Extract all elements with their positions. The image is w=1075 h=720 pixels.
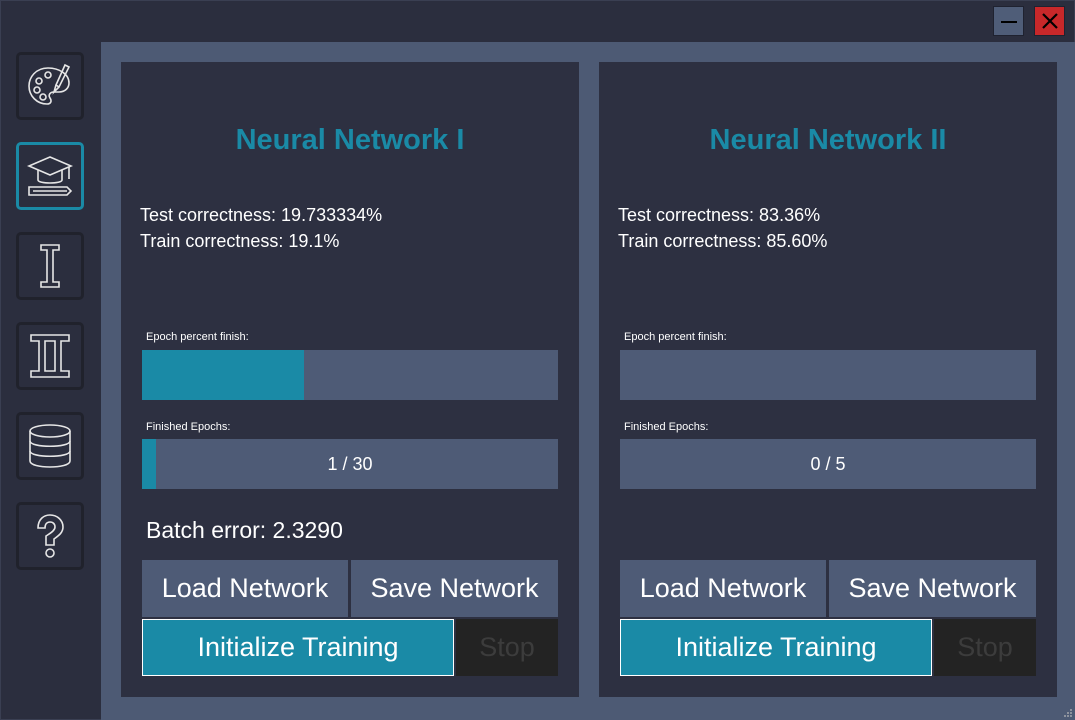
epoch-progress-bar: [620, 350, 1036, 400]
content-area: Neural Network I Test correctness: 19.73…: [101, 42, 1075, 720]
load-network-button[interactable]: Load Network: [620, 560, 826, 617]
epoch-progress-bar: [142, 350, 558, 400]
save-network-button[interactable]: Save Network: [829, 560, 1036, 617]
question-mark-icon: [37, 514, 64, 558]
sidebar-item-draw[interactable]: [16, 52, 84, 120]
finished-epochs-bar: 1 / 30: [142, 439, 558, 489]
epoch-percent-label: Epoch percent finish:: [146, 331, 249, 343]
resize-grip-icon[interactable]: [1063, 708, 1073, 718]
finished-epochs-label: Finished Epochs:: [146, 421, 231, 433]
panel-title: Neural Network I: [235, 124, 465, 156]
epoch-percent-label: Epoch percent finish:: [624, 331, 727, 343]
sidebar-item-dataset[interactable]: [16, 412, 84, 480]
sidebar-item-train[interactable]: [16, 142, 84, 210]
initialize-training-button[interactable]: Initialize Training: [620, 619, 932, 676]
stop-button[interactable]: Stop: [934, 619, 1036, 676]
minimize-button[interactable]: [993, 6, 1024, 36]
graduation-cap-icon: [26, 156, 74, 196]
roman-two-icon: [30, 334, 70, 378]
close-button[interactable]: [1034, 6, 1065, 36]
finished-epochs-text: 1 / 30: [327, 453, 373, 474]
load-network-button[interactable]: Load Network: [142, 560, 348, 617]
roman-one-icon: [40, 244, 60, 288]
finished-epochs-bar: 0 / 5: [620, 439, 1036, 489]
database-icon: [29, 424, 71, 468]
close-icon: [1041, 13, 1058, 29]
batch-error: Batch error: 2.3290: [146, 517, 343, 543]
sidebar-item-help[interactable]: [16, 502, 84, 570]
network-panel-2: Neural Network II Test correctness: 83.3…: [599, 62, 1057, 697]
panel-title: Neural Network II: [709, 124, 947, 156]
network-panel-1: Neural Network I Test correctness: 19.73…: [121, 62, 579, 697]
stop-button[interactable]: Stop: [456, 619, 558, 676]
minimize-icon: [1000, 21, 1017, 23]
train-correctness: Train correctness: 85.60%: [618, 231, 828, 251]
train-correctness: Train correctness: 19.1%: [140, 231, 340, 251]
finished-epochs-label: Finished Epochs:: [624, 421, 709, 433]
test-correctness: Test correctness: 19.733334%: [140, 205, 383, 225]
save-network-button[interactable]: Save Network: [351, 560, 558, 617]
test-correctness: Test correctness: 83.36%: [618, 205, 821, 225]
palette-icon: [28, 63, 71, 105]
finished-epochs-text: 0 / 5: [810, 453, 846, 474]
initialize-training-button[interactable]: Initialize Training: [142, 619, 454, 676]
sidebar-item-network-2[interactable]: [16, 322, 84, 390]
sidebar-item-network-1[interactable]: [16, 232, 84, 300]
epoch-progress-fill: [142, 350, 305, 400]
